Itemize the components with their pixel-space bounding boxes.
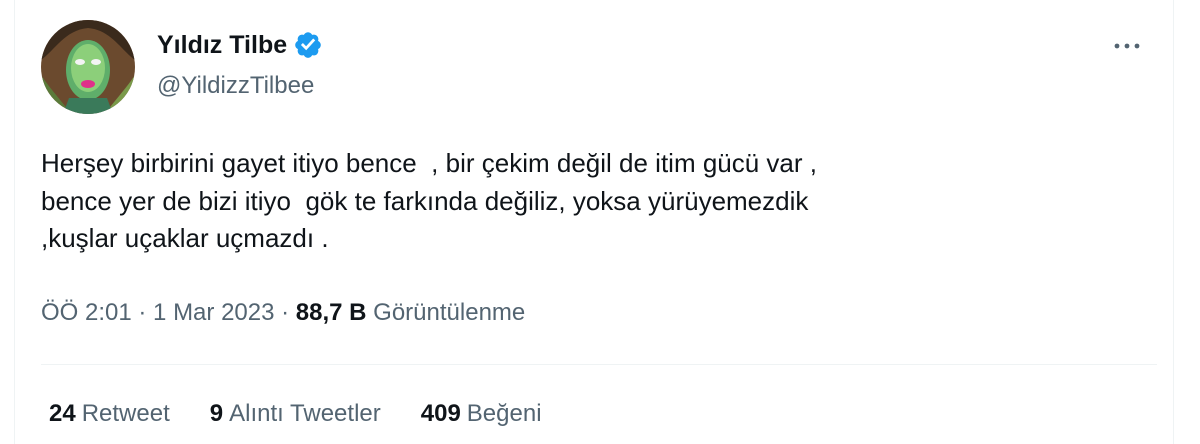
tweet-line: Herşey birbirini gayet itiyo bence , bir… [41, 148, 817, 178]
tweet-time[interactable]: ÖÖ 2:01 [41, 299, 132, 326]
tweet-meta: ÖÖ 2:01 · 1 Mar 2023 · 88,7 B Görüntülen… [41, 299, 525, 327]
retweets-label: Retweet [81, 400, 170, 427]
author-name-row: Yıldız Tilbe [157, 30, 323, 60]
likes-count: 409 [420, 400, 461, 427]
meta-separator: · [131, 299, 154, 326]
views-count: 88,7 B [295, 299, 367, 326]
views-label: Görüntülenme [366, 299, 526, 326]
avatar-image [41, 20, 135, 114]
likes-label: Beğeni [466, 400, 542, 427]
more-options-icon[interactable] [1111, 36, 1143, 56]
verified-badge-icon [295, 32, 321, 58]
meta-separator: · [274, 299, 296, 326]
tweet-card: Yıldız Tilbe @YildizzTilbee Herşey birbi… [14, 0, 1174, 444]
retweets-stat[interactable]: 24 Retweet [49, 400, 170, 428]
tweet-line: bence yer de bizi itiyo gök te farkında … [41, 185, 809, 216]
likes-stat[interactable]: 409 Beğeni [421, 400, 542, 428]
quote-tweets-count: 9 [209, 400, 224, 427]
tweet-line: ,kuşlar uçaklar uçmazdı . [41, 223, 329, 254]
author-name[interactable]: Yıldız Tilbe [157, 31, 287, 60]
quote-tweets-stat[interactable]: 9 Alıntı Tweetler [210, 400, 381, 428]
quote-tweets-label: Alıntı Tweetler [229, 400, 381, 427]
tweet-text: Herşey birbirini gayet itiyo bence , bir… [41, 145, 1041, 258]
author-handle[interactable]: @YildizzTilbee [157, 72, 314, 100]
tweet-stats: 24 Retweet 9 Alıntı Tweetler 409 Beğeni [49, 400, 582, 428]
divider [41, 364, 1157, 365]
avatar[interactable] [41, 20, 135, 114]
retweets-count: 24 [49, 400, 76, 427]
tweet-date[interactable]: 1 Mar 2023 [153, 299, 274, 326]
